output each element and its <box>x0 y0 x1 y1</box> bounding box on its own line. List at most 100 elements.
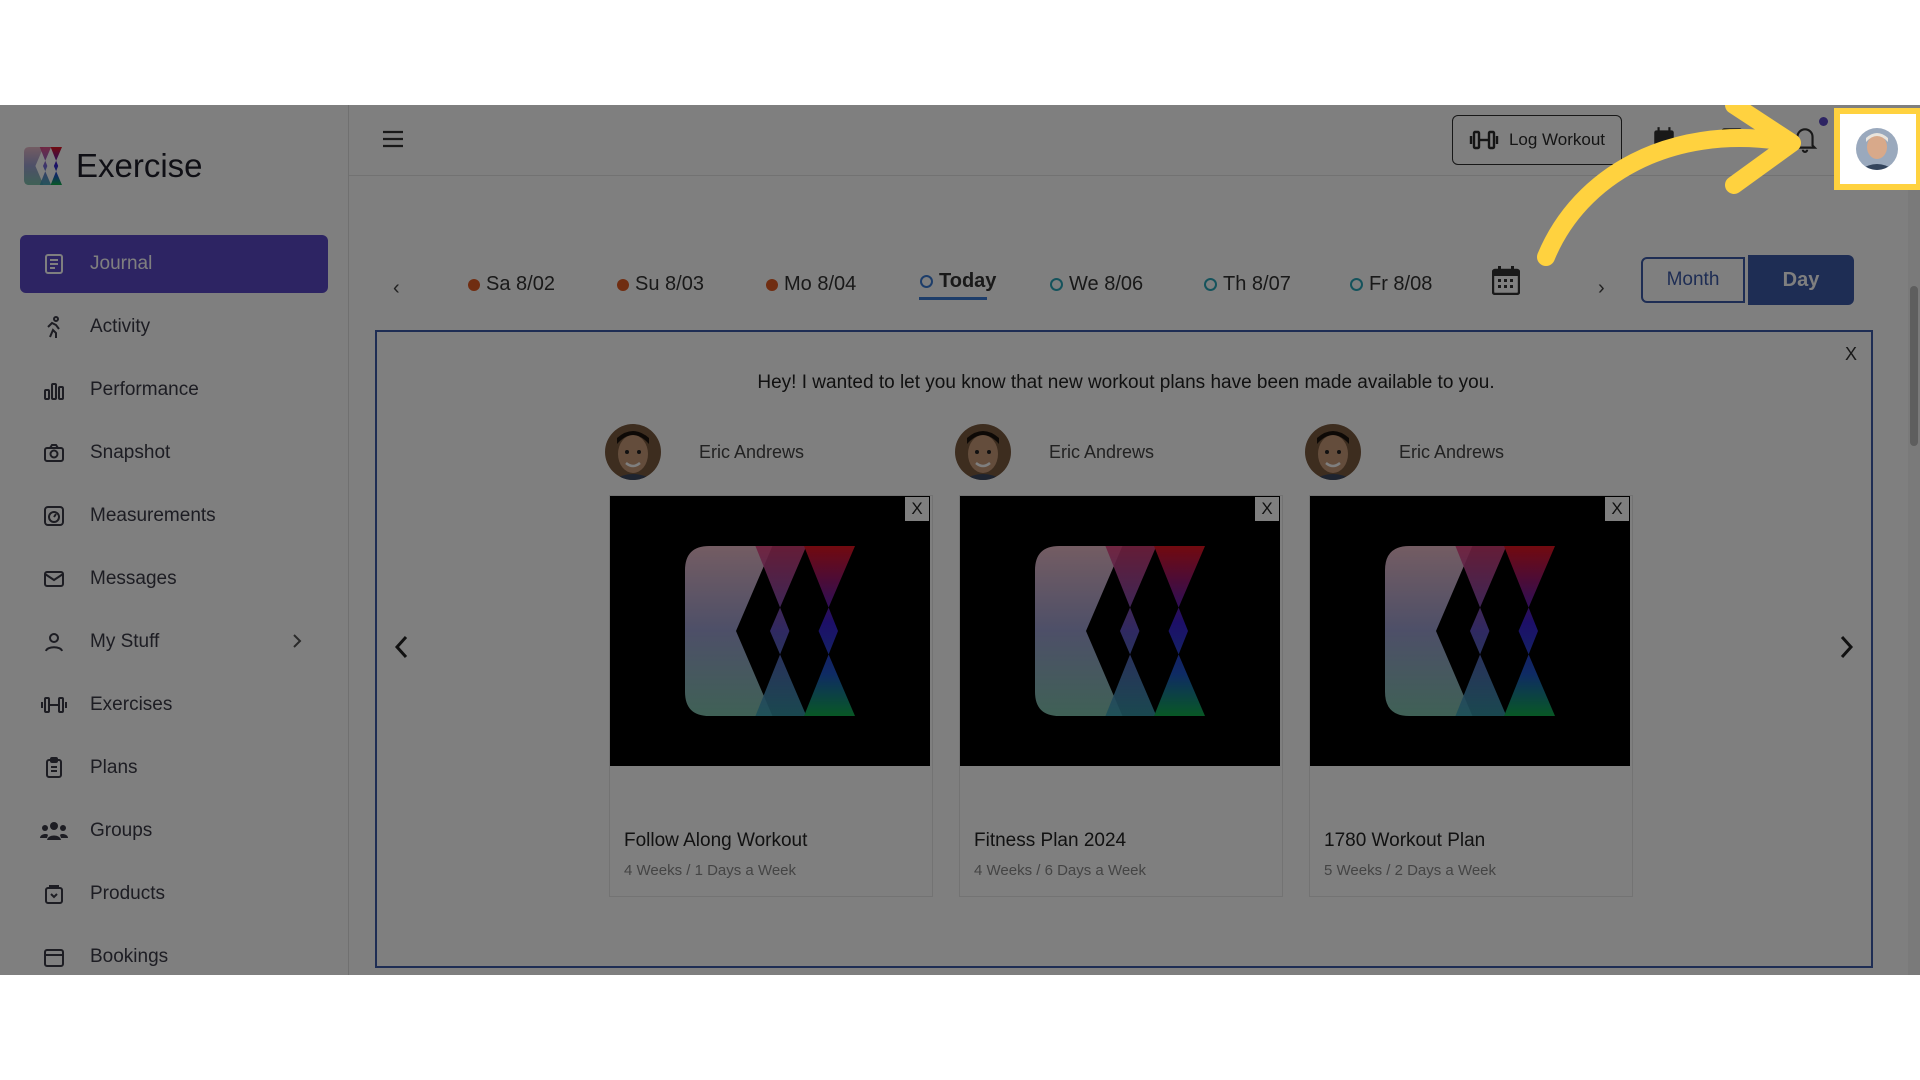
card-author: Eric Andrews <box>955 424 1154 480</box>
sidebar-item-label: Activity <box>90 316 151 337</box>
menu-icon[interactable] <box>381 127 405 156</box>
status-dot <box>617 278 629 291</box>
user-icon <box>40 628 68 656</box>
day-su-8-03[interactable]: Su 8/03 <box>617 273 704 296</box>
plan-meta: 4 Weeks / 6 Days a Week <box>974 862 1147 879</box>
sidebar-item-journal[interactable]: Journal <box>20 235 328 293</box>
bar-chart-icon <box>40 376 68 404</box>
sidebar-item-groups[interactable]: Groups <box>20 802 328 860</box>
day-label: We 8/06 <box>1069 273 1144 295</box>
app-logo <box>1035 546 1205 716</box>
author-name: Eric Andrews <box>699 441 805 462</box>
product-icon <box>40 880 68 908</box>
journal-icon <box>40 250 68 278</box>
close-card-button[interactable]: X <box>1255 497 1279 521</box>
sidebar-item-label: Measurements <box>90 505 216 526</box>
camera-icon <box>40 439 68 467</box>
day-we-8-06[interactable]: We 8/06 <box>1050 273 1143 296</box>
running-icon <box>40 313 68 341</box>
plan-title: Follow Along Workout <box>624 830 808 851</box>
close-card-button[interactable]: X <box>905 497 929 521</box>
avatar-highlight[interactable] <box>1834 108 1920 190</box>
status-dot <box>468 278 480 291</box>
plan-card[interactable]: X Follow Along Workout 4 Weeks / 1 Days … <box>609 495 933 897</box>
day-label: Today <box>939 270 997 292</box>
measurements-icon <box>40 502 68 530</box>
day-mo-8-04[interactable]: Mo 8/04 <box>766 273 856 296</box>
sidebar-item-products[interactable]: Products <box>20 865 328 923</box>
plan-meta: 5 Weeks / 2 Days a Week <box>1324 862 1497 879</box>
close-panel-button[interactable]: X <box>1845 344 1857 365</box>
day-label: Sa 8/02 <box>486 273 555 295</box>
close-card-button[interactable]: X <box>1605 497 1629 521</box>
sidebar-item-my-stuff[interactable]: My Stuff <box>20 613 328 671</box>
chevron-right-icon[interactable] <box>290 631 304 657</box>
plan-meta: 4 Weeks / 1 Days a Week <box>624 862 797 879</box>
app-window: Exercise Journal Activity Performance Sn… <box>0 105 1920 975</box>
sidebar-item-label: Plans <box>90 757 138 778</box>
sidebar-item-label: Groups <box>90 820 153 841</box>
author-avatar <box>1305 424 1361 480</box>
sidebar-item-snapshot[interactable]: Snapshot <box>20 424 328 482</box>
clipboard-icon <box>40 754 68 782</box>
plan-thumbnail: X <box>610 496 930 766</box>
notification-dot <box>1819 117 1828 126</box>
status-dot <box>920 275 933 288</box>
next-week-icon[interactable]: › <box>1598 277 1605 300</box>
app-logo <box>685 546 855 716</box>
dumbbell-icon <box>40 691 68 719</box>
sidebar-item-label: My Stuff <box>90 631 160 652</box>
status-dot <box>1350 278 1363 291</box>
status-dot <box>1050 278 1063 291</box>
sidebar-item-plans[interactable]: Plans <box>20 739 328 797</box>
plan-card[interactable]: X 1780 Workout Plan 5 Weeks / 2 Days a W… <box>1309 495 1633 897</box>
sidebar-item-label: Snapshot <box>90 442 171 463</box>
guide-arrow-icon <box>1537 105 1801 266</box>
status-dot <box>1204 278 1217 291</box>
day-th-8-07[interactable]: Th 8/07 <box>1204 273 1291 296</box>
prev-week-icon[interactable]: ‹ <box>393 277 400 300</box>
sidebar-item-measurements[interactable]: Measurements <box>20 487 328 545</box>
author-name: Eric Andrews <box>1399 441 1505 462</box>
status-dot <box>766 278 778 291</box>
day-label: Su 8/03 <box>635 273 704 295</box>
date-picker-icon[interactable] <box>1491 265 1521 300</box>
card-author: Eric Andrews <box>1305 424 1504 480</box>
day-label: Th 8/07 <box>1223 273 1291 295</box>
scrollbar[interactable] <box>1908 181 1920 975</box>
sidebar-item-label: Journal <box>90 253 153 274</box>
app-name: Exercise <box>76 147 203 184</box>
plan-card[interactable]: X Fitness Plan 2024 4 Weeks / 6 Days a W… <box>959 495 1283 897</box>
sidebar-item-messages[interactable]: Messages <box>20 550 328 608</box>
sidebar-item-activity[interactable]: Activity <box>20 298 328 356</box>
sidebar-item-label: Messages <box>90 568 177 589</box>
plan-title: 1780 Workout Plan <box>1324 830 1486 851</box>
author-name: Eric Andrews <box>1049 441 1155 462</box>
group-icon <box>40 817 68 845</box>
sidebar-item-label: Bookings <box>90 946 169 967</box>
day-fr-8-08[interactable]: Fr 8/08 <box>1350 273 1432 296</box>
sidebar-item-label: Performance <box>90 379 199 400</box>
brand[interactable]: Exercise <box>24 147 203 185</box>
plan-title: Fitness Plan 2024 <box>974 830 1127 851</box>
today-underline <box>919 297 987 300</box>
carousel-next-icon[interactable] <box>1835 632 1857 667</box>
scrollbar-thumb[interactable] <box>1910 286 1918 446</box>
mail-icon <box>40 565 68 593</box>
day-sa-8-02[interactable]: Sa 8/02 <box>468 273 555 296</box>
message-panel: X Hey! I wanted to let you know that new… <box>375 330 1873 968</box>
day-today[interactable]: Today <box>920 270 996 293</box>
app-logo <box>24 147 62 185</box>
plan-thumbnail: X <box>960 496 1280 766</box>
booking-icon <box>40 943 68 971</box>
carousel-prev-icon[interactable] <box>391 632 413 667</box>
sidebar-item-exercises[interactable]: Exercises <box>20 676 328 734</box>
user-avatar[interactable] <box>1856 128 1898 170</box>
dumbbell-icon <box>1469 130 1499 150</box>
app-logo <box>1385 546 1555 716</box>
sidebar-item-bookings[interactable]: Bookings <box>20 928 328 975</box>
author-avatar <box>955 424 1011 480</box>
day-label: Mo 8/04 <box>784 273 857 295</box>
plan-thumbnail: X <box>1310 496 1630 766</box>
sidebar-item-performance[interactable]: Performance <box>20 361 328 419</box>
